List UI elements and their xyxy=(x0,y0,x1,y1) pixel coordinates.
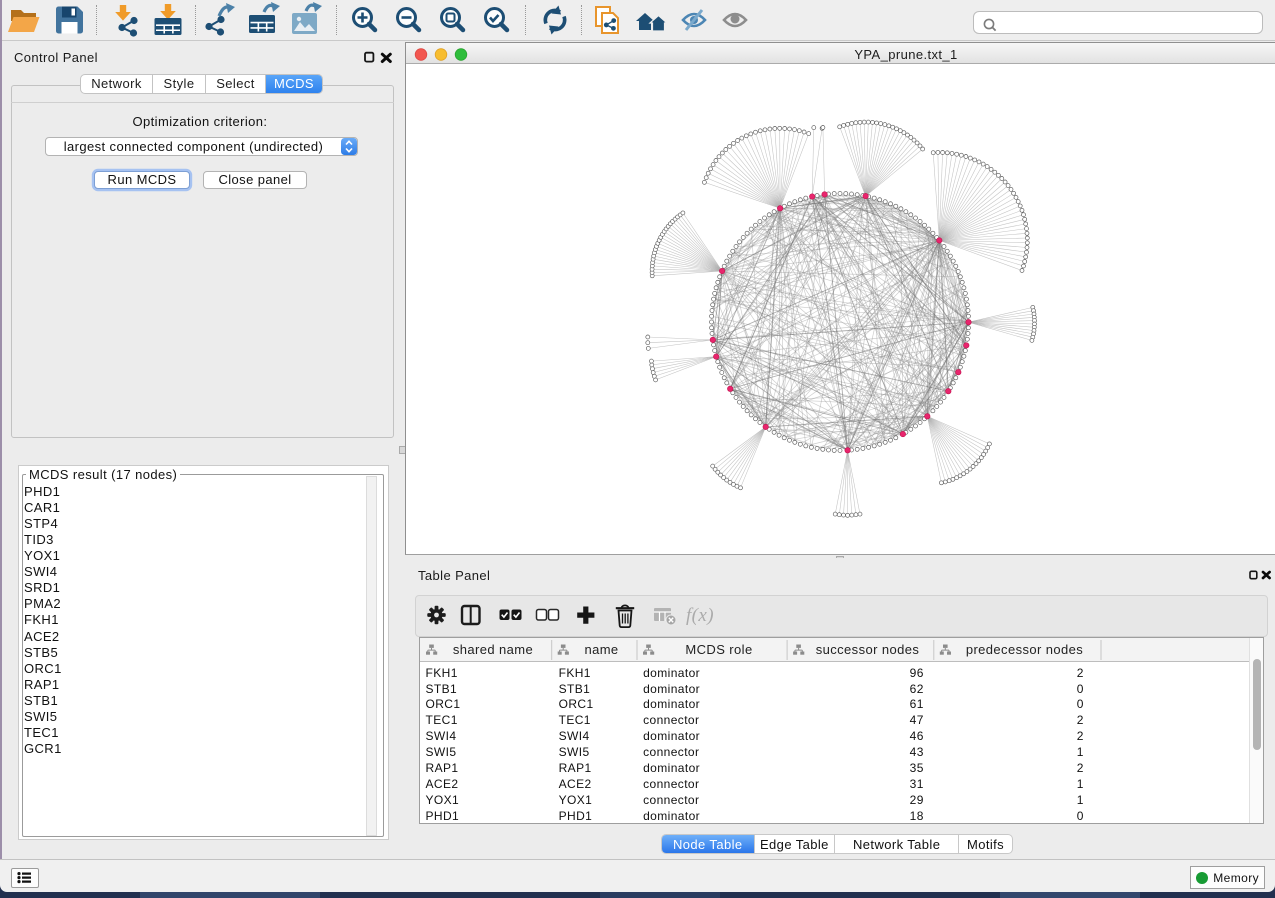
svg-text:f(x): f(x) xyxy=(686,605,714,626)
